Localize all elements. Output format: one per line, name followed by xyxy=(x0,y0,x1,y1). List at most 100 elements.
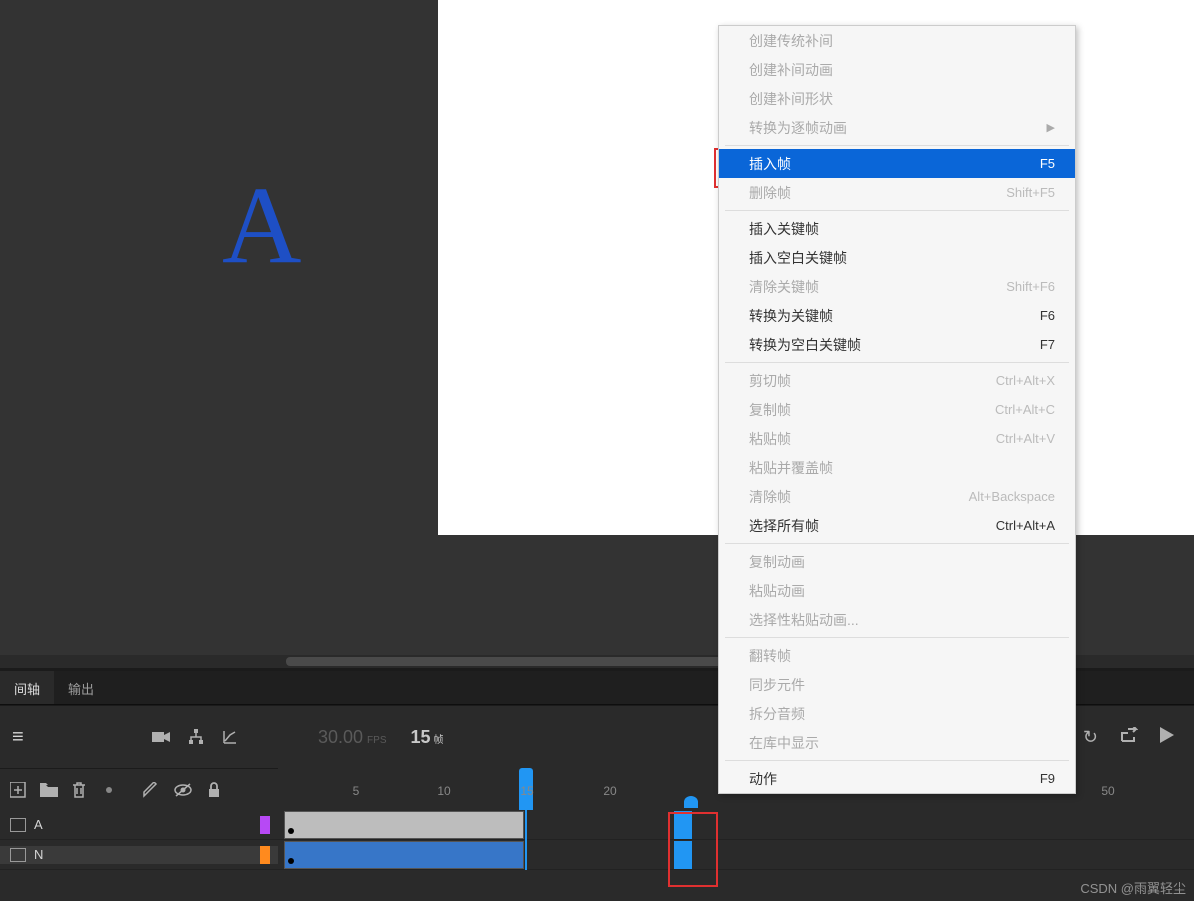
loop-icon[interactable]: ↻ xyxy=(1083,727,1098,748)
menu-shortcut: Ctrl+Alt+A xyxy=(996,518,1055,533)
ruler-tick-label: 15 xyxy=(520,784,533,798)
menu-item: 剪切帧Ctrl+Alt+X xyxy=(719,366,1075,395)
menu-item: 清除关键帧 Shift+F6 xyxy=(719,272,1075,301)
menu-shortcut: F5 xyxy=(1040,156,1055,171)
menu-shortcut: F7 xyxy=(1040,337,1055,352)
menu-shortcut: Ctrl+Alt+C xyxy=(995,402,1055,417)
frames-track[interactable] xyxy=(278,810,1194,840)
context-menu: 创建传统补间创建补间动画创建补间形状转换为逐帧动画 ▶ 插入帧 F5 删除帧 Shift+… xyxy=(718,25,1076,794)
menu-item: 选择性粘贴动画... xyxy=(719,605,1075,634)
watermark-text: CSDN @雨翼轻尘 xyxy=(1080,878,1186,897)
menu-shortcut: Shift+F5 xyxy=(1006,185,1055,200)
menu-shortcut: Shift+F6 xyxy=(1006,279,1055,294)
menu-item[interactable]: 动作 F9 xyxy=(719,764,1075,793)
add-layer-icon[interactable] xyxy=(10,782,26,798)
ruler-tick-label: 5 xyxy=(353,784,360,798)
menu-item: 粘贴帧Ctrl+Alt+V xyxy=(719,424,1075,453)
menu-item: 粘贴动画 xyxy=(719,576,1075,605)
layers-stack-icon[interactable]: ≡ xyxy=(12,726,24,749)
menu-separator xyxy=(725,210,1069,211)
menu-item-label: 清除关键帧 xyxy=(749,277,819,297)
menu-separator xyxy=(725,543,1069,544)
layer-color-swatch[interactable] xyxy=(260,846,270,864)
camera-icon[interactable] xyxy=(152,730,170,744)
layer-row[interactable]: N xyxy=(0,840,1194,870)
onion-skin-marker[interactable] xyxy=(684,796,698,808)
menu-item-label: 转换为空白关键帧 xyxy=(749,335,861,355)
menu-separator xyxy=(725,145,1069,146)
menu-item-label: 粘贴帧 xyxy=(749,429,791,449)
ruler-tick-label: 20 xyxy=(603,784,616,798)
menu-item[interactable]: 插入空白关键帧 xyxy=(719,243,1075,272)
layer-row[interactable]: A xyxy=(0,810,1194,840)
stage-glyph: A xyxy=(222,162,301,289)
menu-separator xyxy=(725,760,1069,761)
menu-item[interactable]: 选择所有帧 Ctrl+Alt+A xyxy=(719,511,1075,540)
menu-item-label: 选择所有帧 xyxy=(749,516,819,536)
layer-name-label[interactable]: N xyxy=(34,847,43,862)
hierarchy-icon[interactable] xyxy=(188,729,204,745)
menu-item: 翻转帧 xyxy=(719,641,1075,670)
tab-output[interactable]: 输出 xyxy=(54,671,108,704)
menu-item: 删除帧 Shift+F5 xyxy=(719,178,1075,207)
highlight-icon[interactable] xyxy=(142,782,158,798)
current-frame-display[interactable]: 15帧 xyxy=(411,727,444,748)
timeline-layers: A N xyxy=(0,810,1194,901)
menu-item-label: 复制帧 xyxy=(749,400,791,420)
menu-item: 粘贴并覆盖帧 xyxy=(719,453,1075,482)
export-icon[interactable] xyxy=(1120,727,1138,748)
layer-type-icon xyxy=(10,848,26,862)
menu-item: 创建补间形状 xyxy=(719,84,1075,113)
menu-item-label: 选择性粘贴动画... xyxy=(749,610,859,630)
menu-item[interactable]: 转换为空白关键帧 F7 xyxy=(719,330,1075,359)
menu-shortcut: F6 xyxy=(1040,308,1055,323)
menu-item: 复制动画 xyxy=(719,547,1075,576)
menu-item-label: 转换为逐帧动画 xyxy=(749,118,847,138)
menu-shortcut: Alt+Backspace xyxy=(969,489,1055,504)
menu-item-label: 创建补间形状 xyxy=(749,89,833,109)
menu-item-label: 翻转帧 xyxy=(749,646,791,666)
menu-item-label: 创建传统补间 xyxy=(749,31,833,51)
menu-item: 清除帧Alt+Backspace xyxy=(719,482,1075,511)
menu-item-label: 动作 xyxy=(749,769,777,789)
folder-icon[interactable] xyxy=(40,783,58,797)
menu-item-label: 插入关键帧 xyxy=(749,219,819,239)
menu-item-label: 转换为关键帧 xyxy=(749,306,833,326)
lock-icon[interactable] xyxy=(208,782,220,798)
layer-color-swatch[interactable] xyxy=(260,816,270,834)
menu-item: 转换为逐帧动画 ▶ xyxy=(719,113,1075,142)
menu-item-label: 插入帧 xyxy=(749,154,791,174)
menu-item: 拆分音频 xyxy=(719,699,1075,728)
menu-item-label: 拆分音频 xyxy=(749,704,805,724)
menu-item: 创建补间动画 xyxy=(719,55,1075,84)
menu-item-label: 粘贴动画 xyxy=(749,581,805,601)
submenu-arrow-icon: ▶ xyxy=(1047,121,1055,134)
visibility-icon[interactable] xyxy=(174,783,192,797)
menu-item: 同步元件 xyxy=(719,670,1075,699)
frames-track[interactable] xyxy=(278,840,1194,870)
menu-item-label: 插入空白关键帧 xyxy=(749,248,847,268)
menu-item[interactable]: 插入帧 F5 xyxy=(719,149,1075,178)
layer-type-icon xyxy=(10,818,26,832)
fps-display[interactable]: 30.00FPS xyxy=(318,727,387,748)
status-dot-icon xyxy=(106,787,112,793)
menu-shortcut: F9 xyxy=(1040,771,1055,786)
play-icon[interactable] xyxy=(1160,727,1174,748)
tab-timeline[interactable]: 间轴 xyxy=(0,671,54,704)
trash-icon[interactable] xyxy=(72,782,86,798)
menu-separator xyxy=(725,362,1069,363)
menu-item: 复制帧 Ctrl+Alt+C xyxy=(719,395,1075,424)
graph-icon[interactable] xyxy=(222,729,238,745)
ruler-tick-label: 10 xyxy=(437,784,450,798)
menu-item-label: 同步元件 xyxy=(749,675,805,695)
menu-item-label: 删除帧 xyxy=(749,183,791,203)
menu-item-label: 在库中显示 xyxy=(749,733,819,753)
menu-shortcut: Ctrl+Alt+X xyxy=(996,373,1055,388)
menu-item[interactable]: 插入关键帧 xyxy=(719,214,1075,243)
menu-item-label: 粘贴并覆盖帧 xyxy=(749,458,833,478)
menu-item[interactable]: 转换为关键帧 F6 xyxy=(719,301,1075,330)
menu-item: 创建传统补间 xyxy=(719,26,1075,55)
ruler-tick-label: 50 xyxy=(1101,784,1114,798)
menu-item: 在库中显示 xyxy=(719,728,1075,757)
layer-name-label[interactable]: A xyxy=(34,817,43,832)
